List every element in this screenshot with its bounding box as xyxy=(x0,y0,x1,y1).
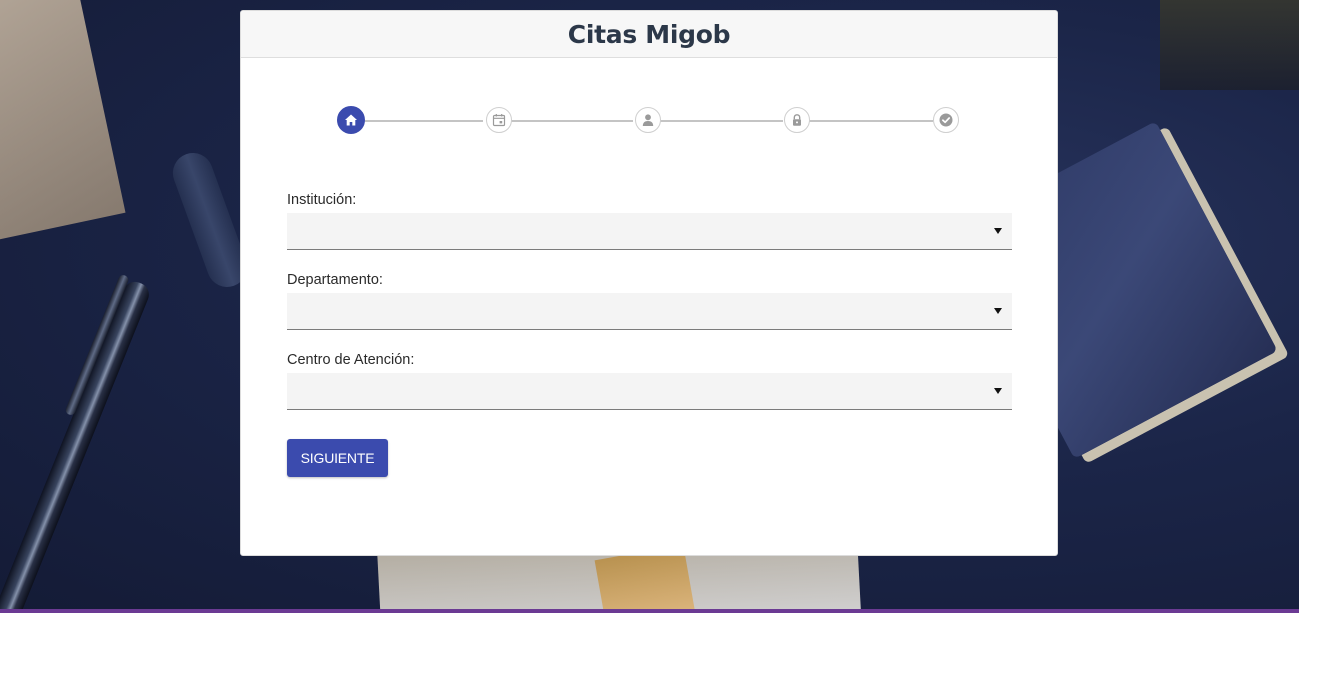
stepper-connector xyxy=(659,120,783,122)
lock-icon xyxy=(793,114,801,126)
stepper-connector xyxy=(365,120,483,122)
service-center-select[interactable] xyxy=(287,373,1012,410)
background-pen-shape xyxy=(0,278,153,609)
progress-stepper xyxy=(337,106,961,135)
appointment-card: Citas Migob Institución: Departamento: C… xyxy=(240,10,1058,556)
card-header: Citas Migob xyxy=(241,11,1057,58)
appointment-form: Institución: Departamento: Centro de Ate… xyxy=(287,191,1012,431)
hero-bottom-bar xyxy=(0,609,1299,613)
institution-label: Institución: xyxy=(287,192,357,208)
check-circle-icon xyxy=(939,113,953,127)
user-icon xyxy=(642,114,654,126)
institution-select[interactable] xyxy=(287,213,1012,250)
background-paper-shape xyxy=(0,0,126,242)
calendar-icon xyxy=(492,114,506,127)
dropdown-arrow-icon xyxy=(994,388,1002,394)
dropdown-arrow-icon xyxy=(994,308,1002,314)
stepper-connector xyxy=(809,120,933,122)
department-label: Departamento: xyxy=(287,272,383,288)
stepper-connector xyxy=(511,120,633,122)
step-confirm[interactable] xyxy=(933,107,959,133)
service-center-label: Centro de Atención: xyxy=(287,352,415,368)
dropdown-arrow-icon xyxy=(994,228,1002,234)
next-button[interactable]: SIGUIENTE xyxy=(287,439,388,477)
background-corner-shape xyxy=(1160,0,1299,90)
department-select[interactable] xyxy=(287,293,1012,330)
page-title: Citas Migob xyxy=(567,19,731,49)
step-calendar[interactable] xyxy=(486,107,512,133)
home-icon xyxy=(345,114,357,126)
step-home[interactable] xyxy=(337,106,365,134)
step-user[interactable] xyxy=(635,107,661,133)
step-lock[interactable] xyxy=(784,107,810,133)
